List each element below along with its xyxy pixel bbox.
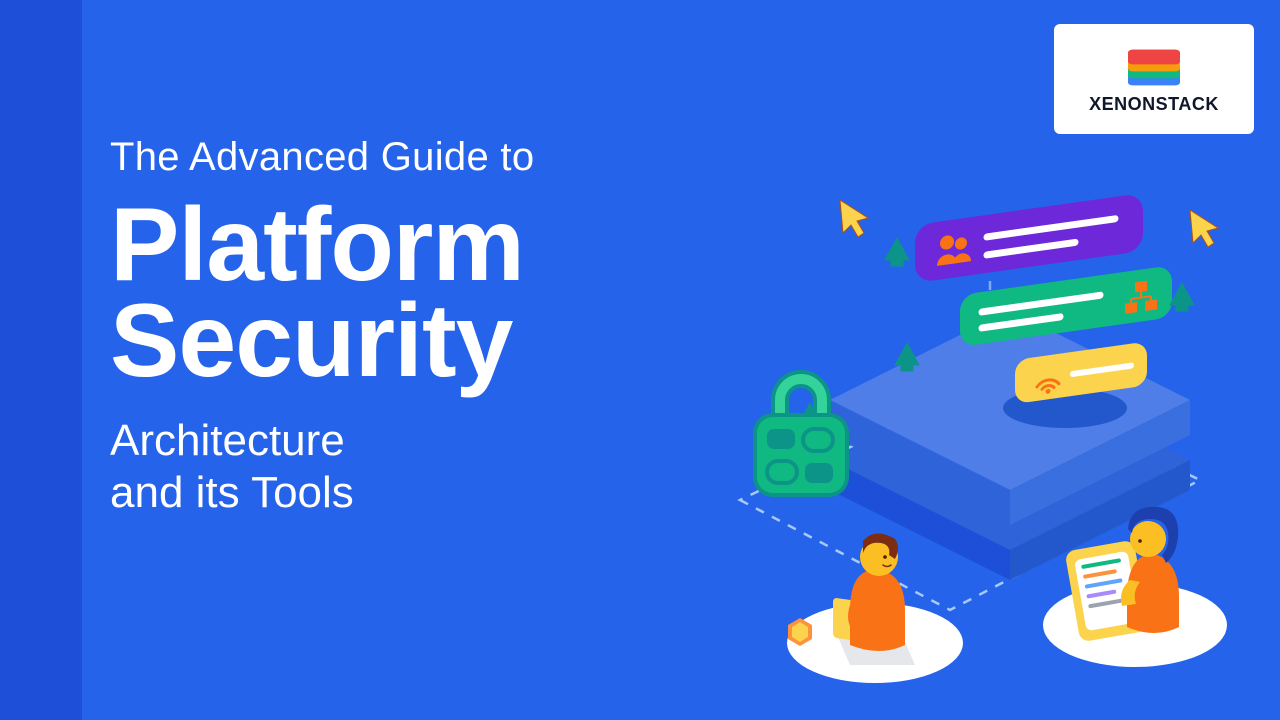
hero-illustration xyxy=(690,150,1250,690)
brand-badge: XENONSTACK xyxy=(1054,24,1254,134)
main-title: Platform Security xyxy=(110,198,670,389)
heading-block: The Advanced Guide to Platform Security … xyxy=(110,135,670,519)
stack-icon xyxy=(1128,44,1180,88)
subtitle-line-2: and its Tools xyxy=(110,468,354,517)
title-line-2: Security xyxy=(110,283,512,399)
subtitle: Architecture and its Tools xyxy=(110,415,670,519)
person-laptop-left xyxy=(787,533,963,683)
brand-name: XENONSTACK xyxy=(1089,94,1219,115)
card-org xyxy=(960,265,1172,347)
card-users xyxy=(915,193,1143,283)
left-accent-panel xyxy=(0,0,82,720)
subtitle-line-1: Architecture xyxy=(110,416,345,465)
overline-text: The Advanced Guide to xyxy=(110,135,670,180)
lock-icon xyxy=(753,372,849,497)
